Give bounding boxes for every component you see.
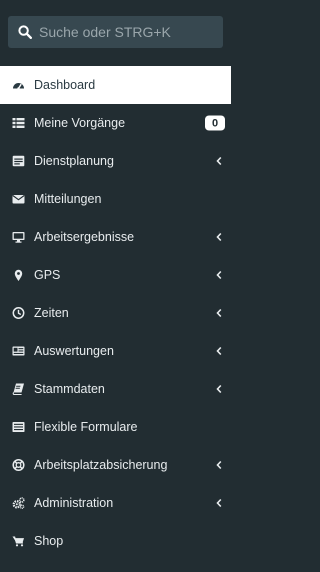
chevron-left-icon bbox=[216, 270, 222, 280]
sidebar-item-label: Shop bbox=[34, 534, 64, 548]
sidebar-menu: Dashboard Meine Vorgänge 0 Dienstplanung… bbox=[0, 66, 231, 560]
chevron-left-icon bbox=[216, 346, 222, 356]
sidebar-item-shop[interactable]: Shop bbox=[0, 522, 231, 560]
chevron-left-icon bbox=[216, 460, 222, 470]
chevron-left-icon bbox=[216, 498, 222, 508]
dashboard-icon bbox=[12, 79, 25, 92]
sidebar-item-arbeitsergebnisse[interactable]: Arbeitsergebnisse bbox=[0, 218, 231, 256]
chevron-left-icon bbox=[216, 156, 222, 166]
chevron-left-icon bbox=[216, 384, 222, 394]
sidebar-item-label: Arbeitsergebnisse bbox=[34, 230, 135, 244]
sidebar-item-gps[interactable]: GPS bbox=[0, 256, 231, 294]
envelope-icon bbox=[12, 193, 25, 206]
monitor-icon bbox=[12, 231, 25, 244]
sidebar-item-label: Dashboard bbox=[34, 78, 96, 92]
sidebar-item-label: Meine Vorgänge bbox=[34, 116, 126, 130]
sidebar-item-label: Dienstplanung bbox=[34, 154, 114, 168]
sidebar-item-label: Mitteilungen bbox=[34, 192, 102, 206]
sidebar-item-label: Zeiten bbox=[34, 306, 69, 320]
cogs-icon bbox=[12, 497, 25, 510]
sidebar-item-auswertungen[interactable]: Auswertungen bbox=[0, 332, 231, 370]
sidebar-item-zeiten[interactable]: Zeiten bbox=[0, 294, 231, 332]
sidebar-item-label: Arbeitsplatzabsicherung bbox=[34, 458, 168, 472]
search-icon bbox=[18, 25, 32, 39]
sidebar-item-label: Stammdaten bbox=[34, 382, 105, 396]
sidebar-item-dashboard[interactable]: Dashboard bbox=[0, 66, 231, 104]
search-box[interactable] bbox=[8, 16, 223, 48]
search-input[interactable] bbox=[39, 16, 223, 48]
sidebar: Dashboard Meine Vorgänge 0 bbox=[0, 0, 231, 572]
sidebar-item-administration[interactable]: Administration bbox=[0, 484, 231, 522]
sidebar-item-meine-vorgaenge[interactable]: Meine Vorgänge 0 bbox=[0, 104, 231, 142]
sidebar-item-mitteilungen[interactable]: Mitteilungen bbox=[0, 180, 231, 218]
sidebar-item-label: Flexible Formulare bbox=[34, 420, 138, 434]
sidebar-item-label: GPS bbox=[34, 268, 61, 282]
list-icon bbox=[12, 117, 25, 130]
id-card-icon bbox=[12, 345, 25, 358]
calendar-list-icon bbox=[12, 155, 25, 168]
life-ring-icon bbox=[12, 458, 25, 472]
count-badge: 0 bbox=[205, 115, 225, 131]
chevron-left-icon bbox=[216, 232, 222, 242]
map-marker-icon bbox=[12, 269, 25, 282]
book-icon bbox=[12, 383, 25, 396]
sidebar-item-stammdaten[interactable]: Stammdaten bbox=[0, 370, 231, 408]
shopping-cart-icon bbox=[12, 535, 25, 548]
sidebar-item-flexible-formulare[interactable]: Flexible Formulare bbox=[0, 408, 231, 446]
sidebar-item-arbeitsplatzabsicherung[interactable]: Arbeitsplatzabsicherung bbox=[0, 446, 231, 484]
sidebar-item-label: Auswertungen bbox=[34, 344, 114, 358]
clock-icon bbox=[12, 307, 25, 320]
sidebar-item-dienstplanung[interactable]: Dienstplanung bbox=[0, 142, 231, 180]
form-icon bbox=[12, 421, 25, 434]
sidebar-item-label: Administration bbox=[34, 496, 114, 510]
chevron-left-icon bbox=[216, 308, 222, 318]
